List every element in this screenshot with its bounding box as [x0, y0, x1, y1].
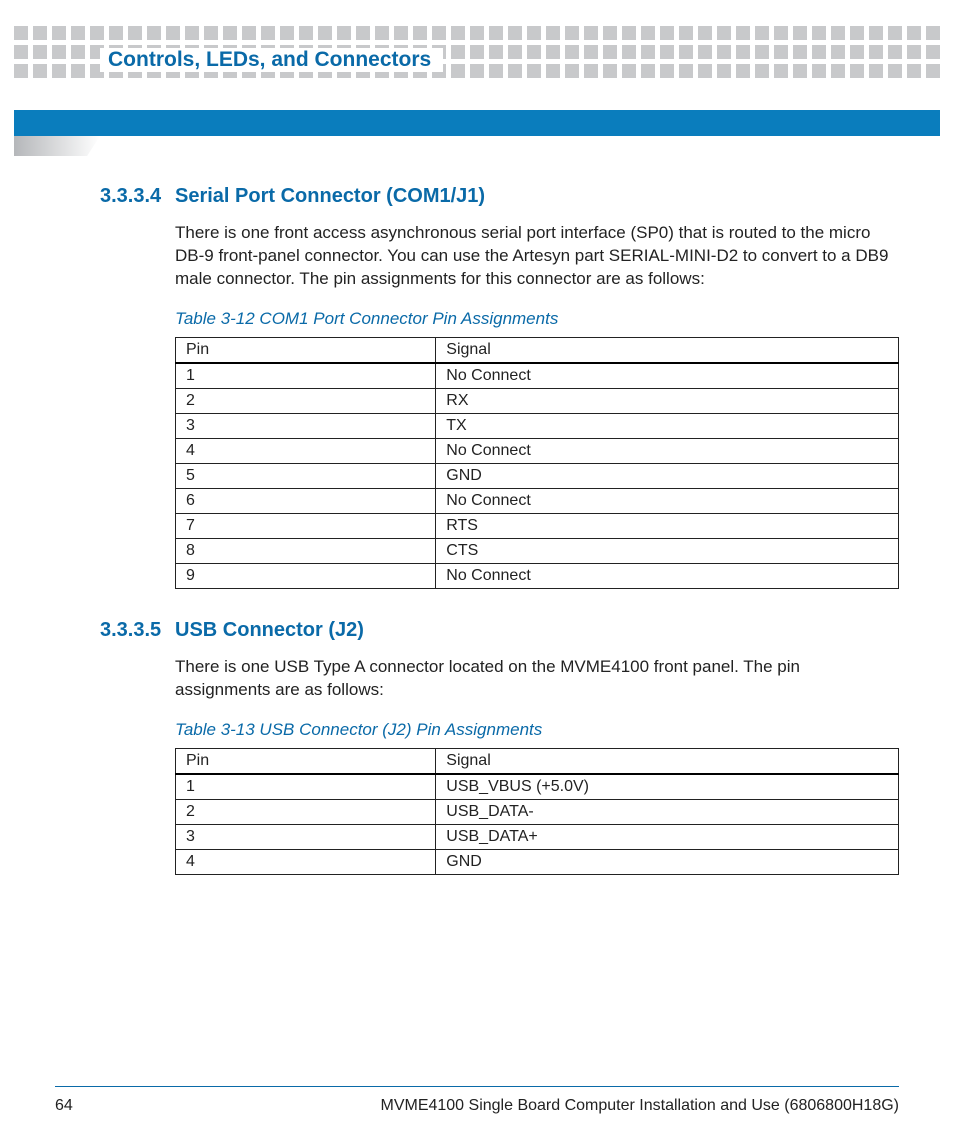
table-row: 2RX	[176, 388, 899, 413]
section-title: Serial Port Connector (COM1/J1)	[175, 185, 485, 208]
page: Controls, LEDs, and Connectors 3.3.3.4Se…	[0, 0, 954, 1145]
pin-table: PinSignal1No Connect2RX3TX4No Connect5GN…	[175, 337, 899, 589]
footer-doc-title: MVME4100 Single Board Computer Installat…	[380, 1097, 899, 1115]
section-heading: 3.3.3.4Serial Port Connector (COM1/J1)	[100, 185, 899, 208]
section-body: There is one front access asynchronous s…	[175, 222, 899, 291]
table-cell: 8	[176, 538, 436, 563]
table-cell: 1	[176, 774, 436, 800]
table-cell: 3	[176, 413, 436, 438]
table-row: 1USB_VBUS (+5.0V)	[176, 774, 899, 800]
pin-table: PinSignal1USB_VBUS (+5.0V)2USB_DATA-3USB…	[175, 748, 899, 875]
table-cell: USB_DATA+	[436, 824, 899, 849]
table-header-cell: Pin	[176, 337, 436, 363]
table-row: 4GND	[176, 849, 899, 874]
footer-rule	[55, 1086, 899, 1087]
table-cell: 4	[176, 849, 436, 874]
table-row: 1No Connect	[176, 363, 899, 389]
table-cell: No Connect	[436, 488, 899, 513]
table-row: 7RTS	[176, 513, 899, 538]
table-cell: 9	[176, 563, 436, 588]
table-cell: 5	[176, 463, 436, 488]
table-header-cell: Signal	[436, 337, 899, 363]
table-cell: RX	[436, 388, 899, 413]
table-cell: 2	[176, 799, 436, 824]
table-row: 3TX	[176, 413, 899, 438]
table-cell: 2	[176, 388, 436, 413]
table-caption: Table 3-13 USB Connector (J2) Pin Assign…	[175, 720, 899, 740]
section-number: 3.3.3.5	[100, 619, 175, 642]
table-cell: 3	[176, 824, 436, 849]
content-area: 3.3.3.4Serial Port Connector (COM1/J1) Th…	[100, 185, 899, 905]
section-title: USB Connector (J2)	[175, 619, 364, 642]
chapter-title: Controls, LEDs, and Connectors	[100, 48, 443, 72]
table-cell: 7	[176, 513, 436, 538]
table-cell: 4	[176, 438, 436, 463]
footer: 64 MVME4100 Single Board Computer Instal…	[55, 1097, 899, 1115]
table-row: 4No Connect	[176, 438, 899, 463]
header-blue-bar	[14, 110, 940, 136]
table-cell: No Connect	[436, 363, 899, 389]
table-row: 9No Connect	[176, 563, 899, 588]
table-header-cell: Signal	[436, 748, 899, 774]
table-cell: 6	[176, 488, 436, 513]
table-cell: GND	[436, 463, 899, 488]
table-cell: USB_DATA-	[436, 799, 899, 824]
table-row: 5GND	[176, 463, 899, 488]
table-cell: No Connect	[436, 438, 899, 463]
section-heading: 3.3.3.5USB Connector (J2)	[100, 619, 899, 642]
table-cell: RTS	[436, 513, 899, 538]
table-caption: Table 3-12 COM1 Port Connector Pin Assig…	[175, 309, 899, 329]
page-number: 64	[55, 1097, 73, 1115]
table-cell: GND	[436, 849, 899, 874]
table-cell: CTS	[436, 538, 899, 563]
table-row: 6No Connect	[176, 488, 899, 513]
table-row: 3USB_DATA+	[176, 824, 899, 849]
table-cell: No Connect	[436, 563, 899, 588]
table-cell: TX	[436, 413, 899, 438]
section-number: 3.3.3.4	[100, 185, 175, 208]
table-header-cell: Pin	[176, 748, 436, 774]
table-row: 8CTS	[176, 538, 899, 563]
table-cell: USB_VBUS (+5.0V)	[436, 774, 899, 800]
header-gray-slope	[14, 136, 100, 156]
section-body: There is one USB Type A connector locate…	[175, 656, 899, 702]
table-cell: 1	[176, 363, 436, 389]
table-row: 2USB_DATA-	[176, 799, 899, 824]
